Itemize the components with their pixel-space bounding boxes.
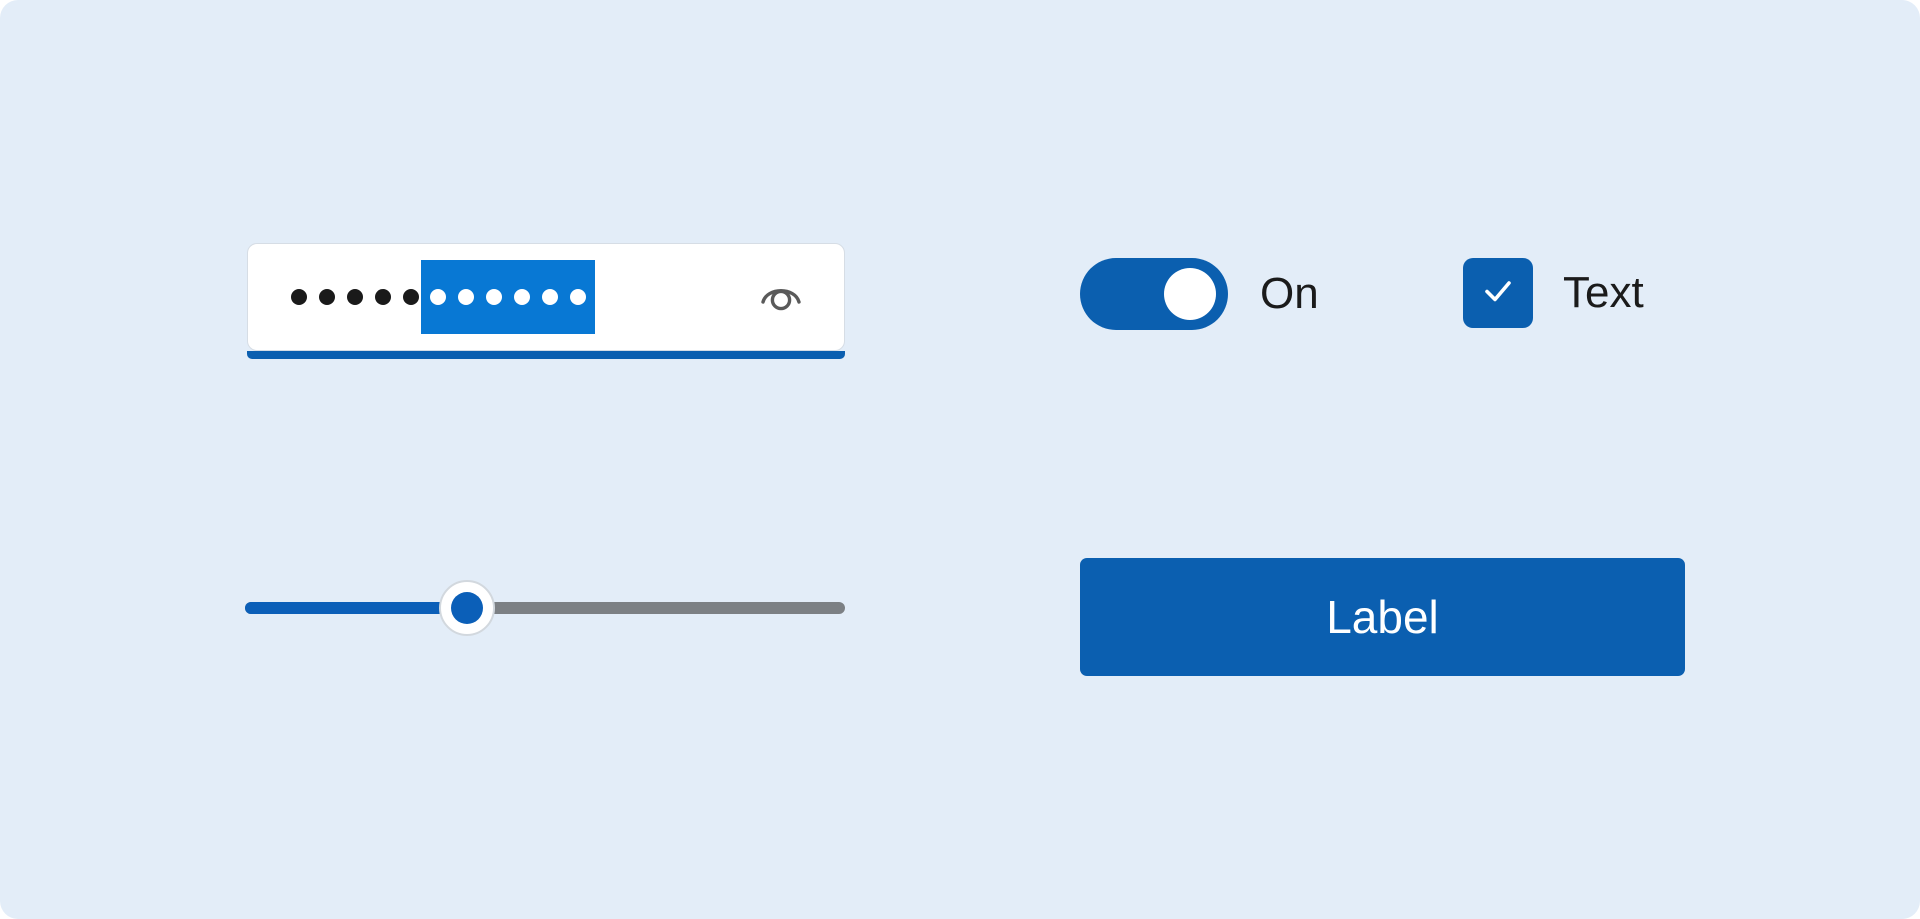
- checkbox[interactable]: [1463, 258, 1533, 328]
- password-dot-revealed: [458, 289, 474, 305]
- password-dot-revealed: [430, 289, 446, 305]
- primary-button[interactable]: Label: [1080, 558, 1685, 676]
- password-dot-revealed: [542, 289, 558, 305]
- slider[interactable]: [245, 580, 845, 636]
- slider-thumb-inner: [451, 592, 483, 624]
- password-value: [291, 244, 595, 350]
- password-dot-revealed: [514, 289, 530, 305]
- password-dot-revealed: [486, 289, 502, 305]
- password-dot-masked: [375, 289, 391, 305]
- toggle-switch[interactable]: [1080, 258, 1228, 330]
- toggle-knob: [1164, 268, 1216, 320]
- eye-icon: [757, 275, 805, 318]
- password-dot-masked: [319, 289, 335, 305]
- controls-showcase-canvas: On Text Label: [0, 0, 1920, 919]
- password-dot-masked: [347, 289, 363, 305]
- checkbox-group: Text: [1463, 258, 1644, 328]
- password-dot-revealed: [570, 289, 586, 305]
- password-dot-masked: [403, 289, 419, 305]
- check-icon: [1476, 269, 1520, 318]
- password-selected-dots: [421, 260, 595, 334]
- slider-thumb[interactable]: [439, 580, 495, 636]
- password-dot-masked: [291, 289, 307, 305]
- checkbox-label: Text: [1563, 268, 1644, 317]
- reveal-password-button[interactable]: [752, 270, 810, 322]
- password-focus-underline: [247, 351, 845, 359]
- password-masked-dots: [291, 244, 421, 350]
- toggle-label: On: [1260, 269, 1319, 318]
- toggle-group: On: [1080, 258, 1319, 330]
- slider-fill: [245, 602, 467, 614]
